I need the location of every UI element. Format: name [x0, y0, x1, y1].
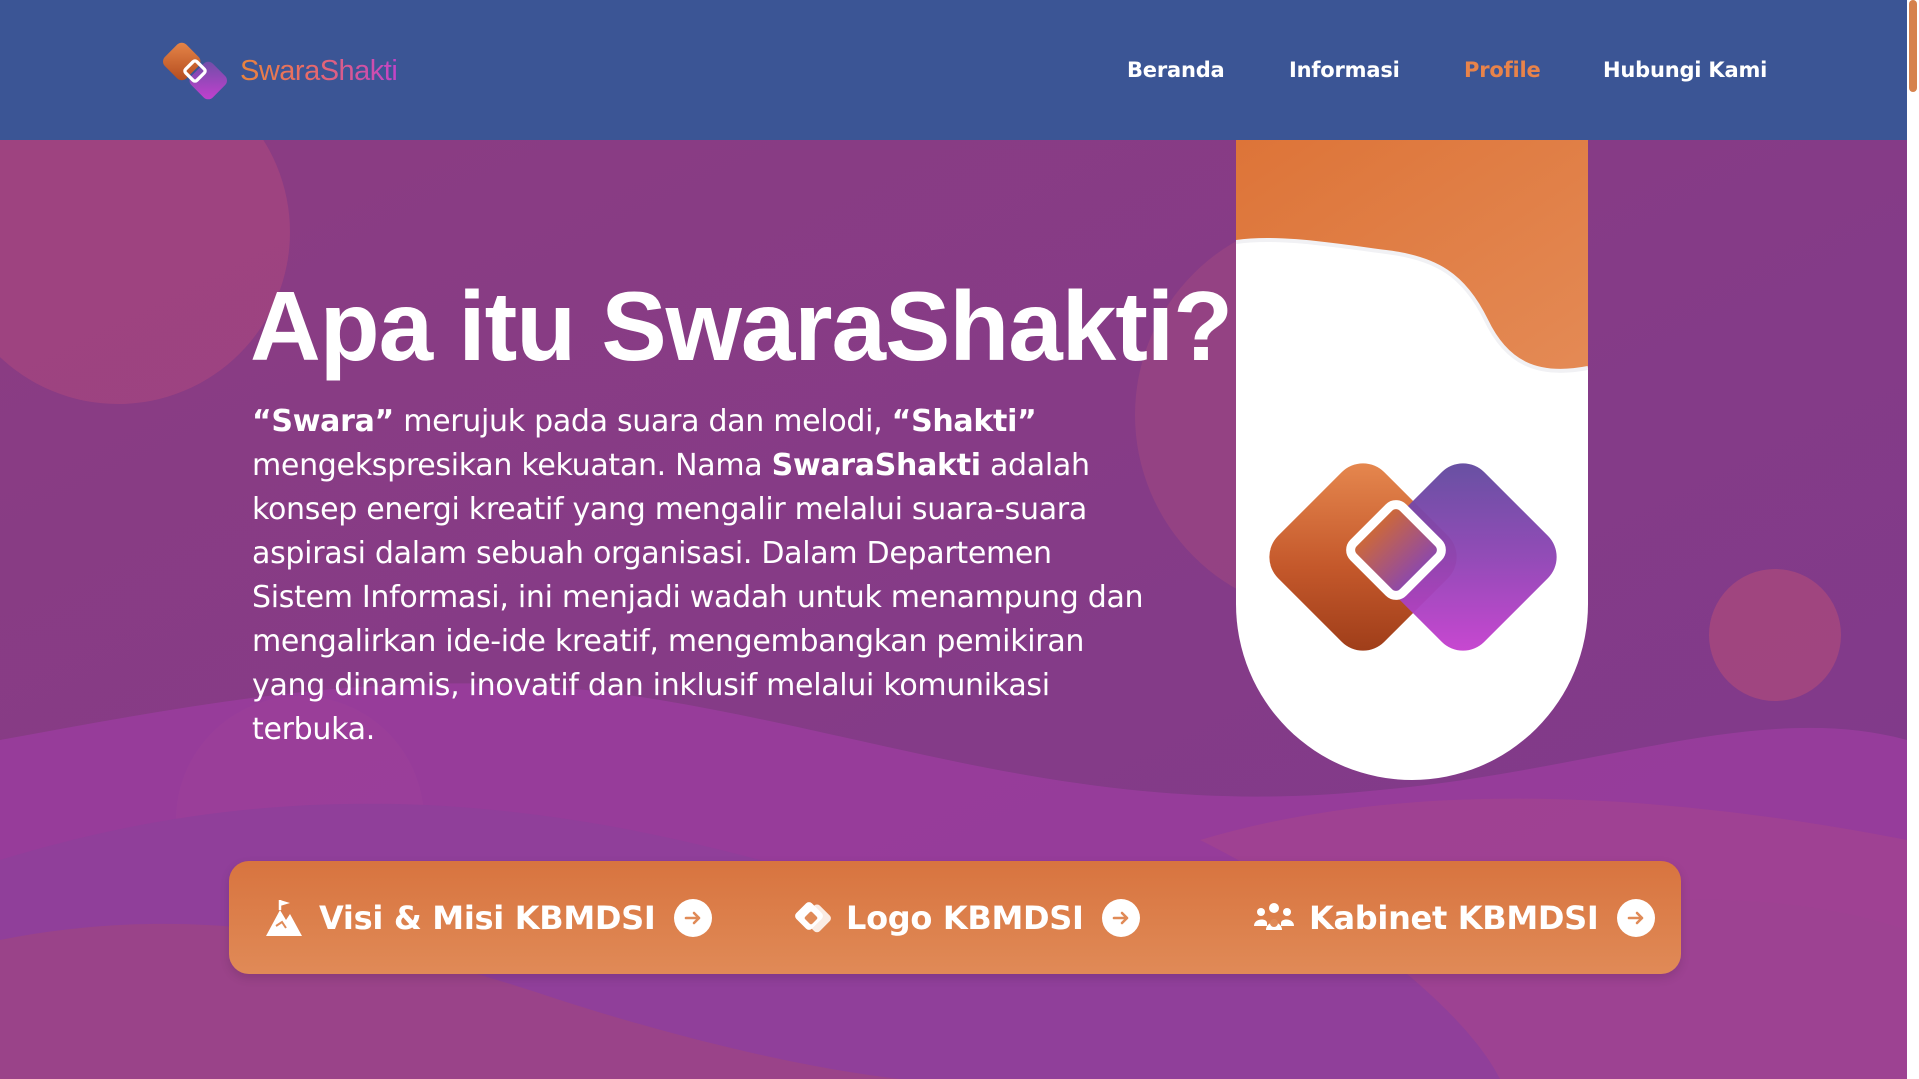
arrow-right-icon: [673, 898, 712, 937]
nav-item-beranda[interactable]: Beranda: [1127, 58, 1225, 82]
link-logo[interactable]: Logo KBMDSI: [788, 861, 1140, 974]
hero-title: Apa itu SwaraShakti?: [250, 271, 1233, 381]
logo-card-art: [1236, 140, 1588, 651]
link-visi-misi[interactable]: Visi & Misi KBMDSI: [261, 861, 712, 974]
desc-part-2: mengekspresikan kekuatan. Nama: [252, 448, 772, 483]
diamond-logo-icon: [788, 895, 834, 941]
desc-part-1: merujuk pada suara dan melodi,: [393, 404, 892, 439]
scrollbar-thumb[interactable]: [1909, 0, 1917, 92]
term-shakti: “Shakti”: [891, 404, 1037, 439]
term-swarashakti: SwaraShakti: [771, 448, 981, 483]
link-logo-label: Logo KBMDSI: [846, 898, 1084, 937]
nav-item-informasi[interactable]: Informasi: [1289, 58, 1400, 82]
top-navbar: SwaraShakti Beranda Informasi Profile Hu…: [0, 0, 1907, 140]
swarashakti-logo-icon: [1269, 463, 1557, 651]
brand-logo[interactable]: SwaraShakti: [162, 36, 472, 106]
brand-logo-icon: [163, 42, 227, 100]
nav-item-profile[interactable]: Profile: [1464, 58, 1541, 82]
logo-card: [1236, 140, 1588, 780]
link-kabinet[interactable]: Kabinet KBMDSI: [1251, 861, 1655, 974]
page-scrollbar[interactable]: [1907, 0, 1919, 1079]
arrow-right-icon: [1616, 898, 1655, 937]
team-icon: [1251, 895, 1297, 941]
quick-links-bar: Visi & Misi KBMDSI Logo KBMDSI Kabinet K…: [229, 861, 1681, 974]
link-kabinet-label: Kabinet KBMDSI: [1309, 898, 1599, 937]
arrow-right-icon: [1101, 898, 1140, 937]
link-visi-misi-label: Visi & Misi KBMDSI: [319, 898, 656, 937]
hero-description: “Swara” merujuk pada suara dan melodi, “…: [252, 400, 1152, 752]
nav-item-hubungi-kami[interactable]: Hubungi Kami: [1603, 58, 1767, 82]
brand-name: SwaraShakti: [240, 54, 398, 87]
mountain-flag-icon: [261, 895, 307, 941]
term-swara: “Swara”: [252, 404, 394, 439]
desc-part-3: adalah konsep energi kreatif yang mengal…: [252, 448, 1144, 747]
